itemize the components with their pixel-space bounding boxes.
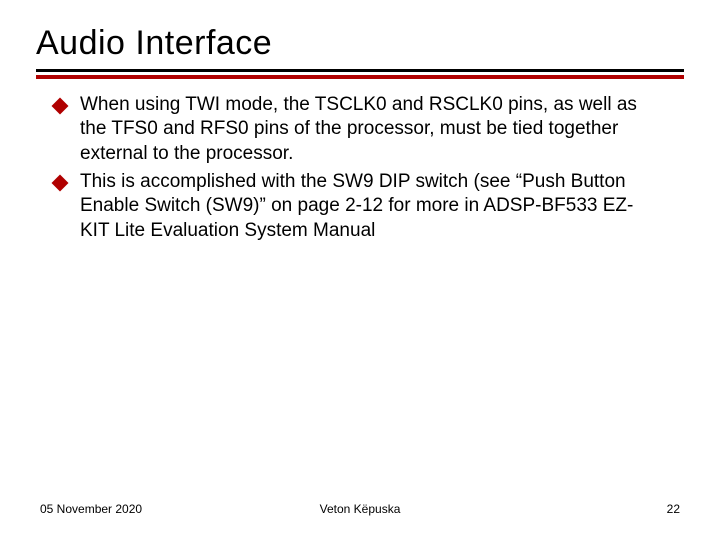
- slide-title: Audio Interface: [36, 24, 684, 63]
- content-area: When using TWI mode, the TSCLK0 and RSCL…: [36, 75, 684, 243]
- footer: 05 November 2020 Veton Këpuska 22: [0, 502, 720, 516]
- bullet-text: When using TWI mode, the TSCLK0 and RSCL…: [80, 93, 640, 166]
- diamond-icon: [52, 98, 69, 115]
- bullet-item: This is accomplished with the SW9 DIP sw…: [54, 170, 676, 243]
- footer-page: 22: [667, 502, 680, 516]
- title-rule: [36, 69, 684, 75]
- bullet-item: When using TWI mode, the TSCLK0 and RSCL…: [54, 93, 676, 166]
- footer-date: 05 November 2020: [40, 502, 142, 516]
- diamond-icon: [52, 174, 69, 191]
- bullet-text: This is accomplished with the SW9 DIP sw…: [80, 170, 640, 243]
- slide: Audio Interface When using TWI mode, the…: [0, 0, 720, 540]
- footer-author: Veton Këpuska: [320, 502, 401, 516]
